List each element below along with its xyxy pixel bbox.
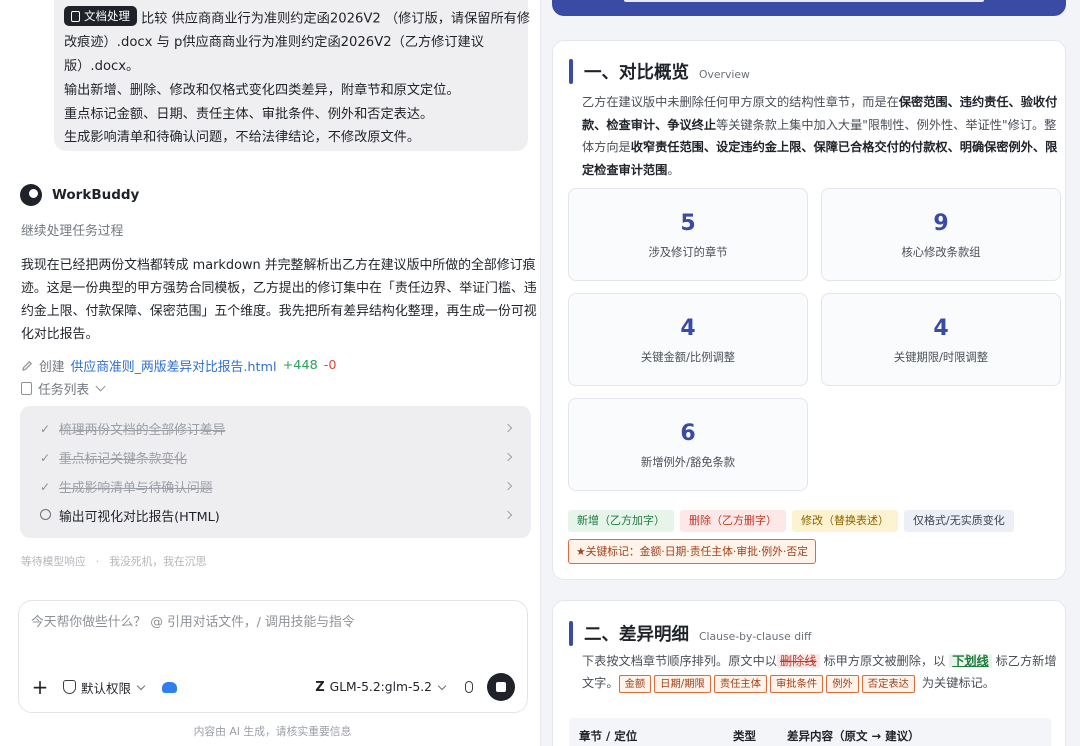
legend-modified: 修改（替换表述） [792, 510, 898, 532]
chevron-right-icon [503, 452, 513, 462]
ai-disclaimer: 内容由 AI 生成，请核实重要信息 [193, 725, 352, 738]
user-message: 文档处理 比较 供应商商业行为准则约定函2026V2 （修订版，请保留所有修 改痕… [54, 0, 530, 151]
key-tag: 日期/期限 [654, 674, 711, 693]
check-icon: ✓ [39, 479, 51, 494]
add-attachment-icon[interactable]: + [31, 677, 49, 697]
plugin-icon[interactable] [162, 681, 178, 693]
stat-card: 6 新增例外/豁免条款 [568, 398, 808, 491]
key-marks-legend: ★关键标记：金额·日期·责任主体·审批·例外·否定 [568, 539, 816, 564]
agent-message: 我现在已经把两份文档都转成 markdown 并完整解析出乙方在建议版中所做的全… [21, 258, 537, 342]
pencil-icon [22, 360, 33, 371]
check-icon: ✓ [39, 421, 51, 436]
stat-label: 核心修改条款组 [901, 246, 981, 259]
section-subtitle: Clause-by-clause diff [699, 630, 812, 643]
stat-label: 关键金额/比例调整 [640, 351, 736, 364]
lines-added: +448 [282, 358, 318, 373]
skill-tag[interactable]: 文档处理 [64, 6, 137, 26]
report-header-bar [552, 0, 1066, 16]
chevron-right-icon [503, 481, 513, 491]
diff-legend: 新增（乙方加字） 删除（乙方删字） 修改（替换表述） 仅格式/无实质变化 [568, 510, 1014, 532]
chevron-right-icon [503, 423, 513, 433]
section-accent [569, 621, 573, 646]
overview-card: 一、对比概览 Overview 乙方在建议版中未删除任何甲方原文的结构性章节，而… [552, 40, 1066, 580]
model-logo-icon: Z [315, 679, 325, 695]
task-item[interactable]: ✓ 生成影响清单与待确认问题 [20, 472, 531, 501]
key-tag: 审批条件 [770, 674, 824, 693]
permission-selector[interactable]: 默认权限 [81, 678, 131, 697]
agent-header: WorkBuddy [20, 184, 139, 206]
chat-panel: 文档处理 比较 供应商商业行为准则约定函2026V2 （修订版，请保留所有修 改痕… [0, 0, 541, 746]
key-tag: 例外 [826, 674, 859, 693]
process-status: 继续处理任务过程 [21, 224, 124, 239]
stat-card: 5 涉及修订的章节 [568, 188, 808, 281]
clipboard-icon [21, 382, 32, 395]
section-accent [569, 59, 573, 84]
circle-icon [39, 508, 51, 520]
stat-value: 4 [933, 316, 949, 341]
key-tag: 否定表达 [861, 674, 915, 693]
task-item[interactable]: ✓ 重点标记关键条款变化 [20, 443, 531, 472]
key-tag: 金额 [618, 674, 652, 693]
section-subtitle: Overview [699, 68, 750, 81]
waiting-status: 等待模型响应 · 我没死机，我在沉思 [21, 555, 207, 568]
file-action-label: 创建 [39, 360, 65, 375]
diff-detail-card: 二、差异明细 Clause-by-clause diff 下表按文档章节顺序排列… [552, 600, 1066, 746]
section-header: 一、对比概览 Overview [569, 59, 750, 84]
chat-input-box[interactable]: 今天帮你做些什么？ @ 引用对话文件，/ 调用技能与指令 + 默认权限 Z GL… [18, 600, 528, 713]
deletion-sample: 删除线 [777, 654, 820, 668]
file-created-row: 创建 供应商准则_两版差异对比报告.html +448 -0 [21, 356, 337, 375]
chevron-down-icon [95, 381, 106, 392]
section-header: 二、差异明细 Clause-by-clause diff [569, 621, 812, 646]
chevron-down-icon [437, 681, 447, 690]
column-header: 类型 [733, 729, 756, 743]
agent-avatar [20, 184, 42, 206]
stat-value: 9 [933, 211, 949, 236]
stat-label: 新增例外/豁免条款 [640, 456, 736, 469]
stat-card: 4 关键期限/时限调整 [821, 293, 1061, 386]
model-selector[interactable]: Z GLM-5.2:glm-5.2 [315, 679, 447, 695]
stat-card: 9 核心修改条款组 [821, 188, 1061, 281]
stat-value: 5 [680, 211, 696, 236]
diff-intro: 下表按文档章节顺序排列。原文中以 删除线 标甲方原文被删除，以 下划线 标乙方新增… [582, 651, 1062, 694]
section-title: 一、对比概览 [584, 63, 689, 83]
input-toolbar: + 默认权限 Z GLM-5.2:glm-5.2 [31, 673, 515, 701]
stop-button[interactable] [487, 673, 515, 701]
task-item[interactable]: 输出可视化对比报告(HTML) [20, 501, 531, 530]
diff-table-header: 章节 / 定位 类型 差异内容（原文 → 建议） [569, 718, 1051, 746]
microphone-icon[interactable] [465, 681, 473, 693]
chat-input-placeholder[interactable]: 今天帮你做些什么？ @ 引用对话文件，/ 调用技能与指令 [31, 611, 355, 630]
agent-name: WorkBuddy [52, 187, 140, 203]
shield-icon [63, 680, 76, 694]
stat-value: 6 [680, 421, 696, 446]
overview-paragraph: 乙方在建议版中未删除任何甲方原文的结构性章节，而是在保密范围、违约责任、验收付 … [582, 95, 1058, 177]
task-item[interactable]: ✓ 梳理两份文档的全部修订差异 [20, 414, 531, 443]
created-file-link[interactable]: 供应商准则_两版差异对比报告.html [71, 356, 277, 375]
task-list-toggle[interactable]: 任务列表 [21, 379, 106, 398]
task-list: ✓ 梳理两份文档的全部修订差异 ✓ 重点标记关键条款变化 ✓ 生成影响清单与待确… [20, 406, 531, 538]
lines-removed: -0 [323, 358, 337, 373]
stat-label: 涉及修订的章节 [648, 246, 728, 259]
report-preview[interactable]: 一、对比概览 Overview 乙方在建议版中未删除任何甲方原文的结构性章节，而… [541, 0, 1080, 746]
document-icon [71, 10, 80, 22]
column-header: 差异内容（原文 → 建议） [787, 729, 920, 743]
stat-card: 4 关键金额/比例调整 [568, 293, 808, 386]
section-title: 二、差异明细 [584, 625, 689, 645]
check-icon: ✓ [39, 450, 51, 465]
legend-format-only: 仅格式/无实质变化 [904, 510, 1014, 532]
column-header: 章节 / 定位 [579, 729, 638, 743]
legend-added: 新增（乙方加字） [568, 510, 674, 532]
chevron-right-icon [503, 510, 513, 520]
addition-sample: 下划线 [949, 654, 992, 668]
chevron-down-icon[interactable] [136, 681, 146, 690]
legend-deleted: 删除（乙方删字） [680, 510, 786, 532]
key-tag: 责任主体 [713, 674, 768, 693]
stat-label: 关键期限/时限调整 [893, 351, 989, 364]
stat-value: 4 [680, 316, 696, 341]
